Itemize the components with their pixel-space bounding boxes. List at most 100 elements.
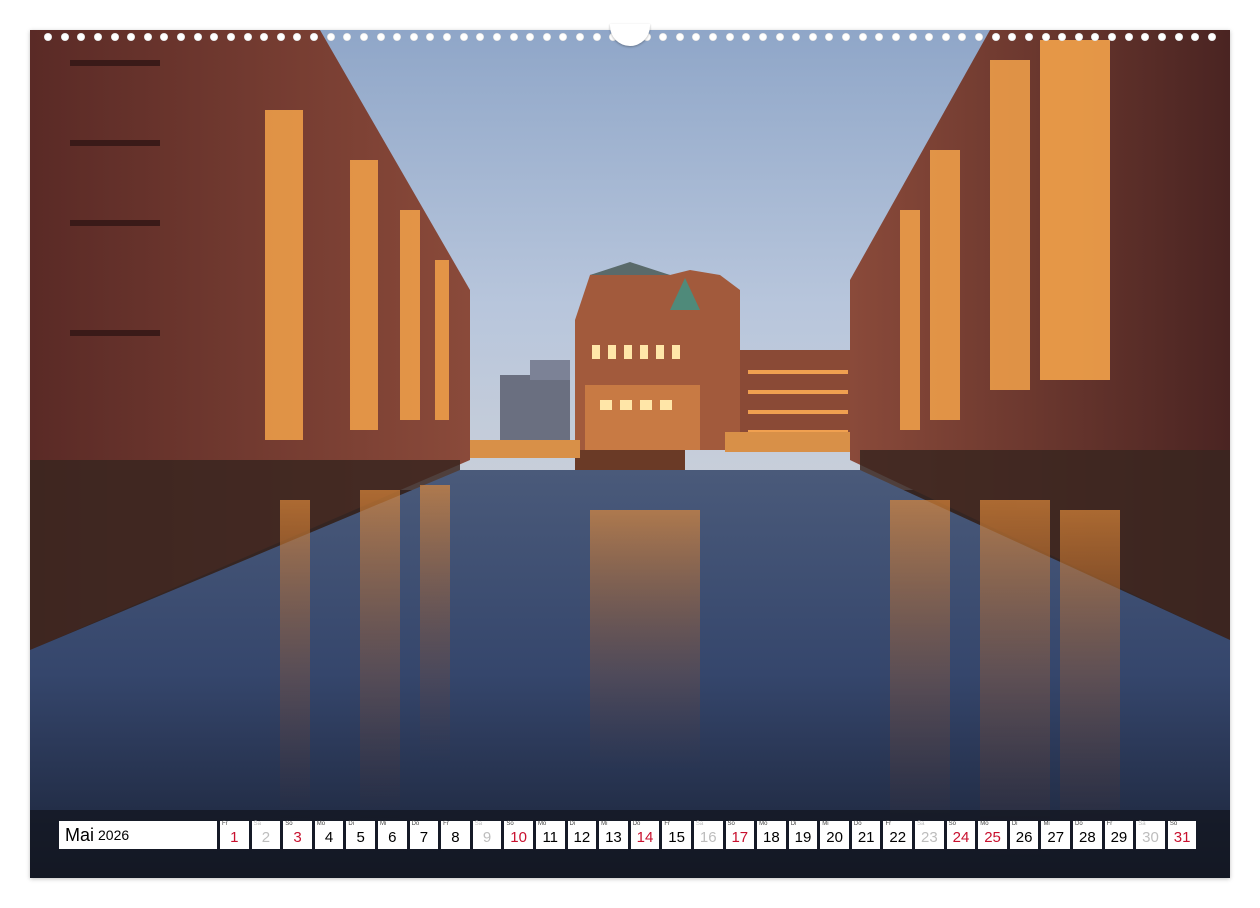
binding-hole — [808, 33, 817, 41]
day-cell: Mo 18 — [757, 821, 786, 849]
day-number: 3 — [293, 829, 302, 846]
weekday-label: Di — [569, 821, 576, 827]
day-number: 28 — [1078, 829, 1096, 846]
weekday-label: Do — [411, 821, 420, 827]
day-cell: Di 26 — [1009, 821, 1039, 849]
binding-hole — [742, 33, 751, 41]
binding-hole — [842, 33, 850, 41]
weekday-label: Mo — [316, 821, 326, 827]
day-cell: Fr 15 — [662, 821, 691, 849]
binding-hole — [243, 33, 252, 41]
day-cell: Fr 8 — [441, 821, 470, 849]
binding-hole — [459, 33, 468, 41]
binding-hole — [958, 33, 967, 41]
binding-hole — [592, 33, 601, 41]
day-cell: Sa 23 — [915, 821, 944, 849]
day-number: 8 — [451, 829, 460, 846]
day-number: 25 — [984, 829, 1001, 846]
binding-hole — [60, 33, 69, 41]
binding-hole — [492, 33, 501, 41]
weekday-label: Sa — [253, 821, 261, 827]
day-number: 22 — [889, 829, 907, 846]
day-number: 7 — [419, 829, 429, 846]
binding-hole — [875, 33, 884, 41]
binding-hole — [177, 33, 185, 41]
binding-hole — [476, 33, 485, 41]
weekday-label: Di — [348, 821, 355, 827]
binding-hole — [426, 33, 435, 41]
binding-hole — [1157, 33, 1166, 41]
weekday-label: Mi — [1043, 821, 1050, 827]
day-number: 16 — [699, 829, 717, 846]
binding-hole — [509, 33, 518, 41]
binding-hole — [925, 33, 934, 41]
weekday-label: Fr — [443, 821, 449, 827]
day-cell: So 3 — [283, 821, 312, 849]
binding-hole — [160, 33, 169, 41]
day-number: 10 — [510, 829, 527, 846]
month-year: 2026 — [98, 827, 130, 843]
binding-hole — [310, 33, 318, 41]
binding-hole — [858, 33, 867, 41]
weekday-label: Fr — [222, 821, 228, 827]
weekday-label: Mo — [759, 821, 768, 827]
day-number: 19 — [794, 829, 812, 846]
binding-hole — [77, 33, 86, 41]
day-number: 27 — [1047, 829, 1065, 846]
day-cell: Mo 4 — [314, 821, 344, 849]
binding-hole — [542, 33, 551, 41]
binding-hole — [1008, 33, 1017, 41]
binding-hole — [891, 33, 900, 41]
day-number: 31 — [1173, 829, 1191, 846]
day-cell: Sa 9 — [472, 821, 502, 849]
binding-hole — [692, 33, 701, 41]
day-cell: Sa 30 — [1136, 821, 1165, 849]
weekday-label: Sa — [917, 821, 925, 827]
day-number: 13 — [605, 829, 622, 846]
day-cell: Sa 2 — [251, 821, 281, 849]
weekday-label: So — [285, 821, 293, 827]
day-cell: Mo 11 — [535, 821, 565, 849]
binding-hole — [93, 33, 102, 41]
binding-hole — [293, 33, 302, 41]
weekday-label: Di — [790, 821, 797, 827]
day-cell: Di 5 — [346, 821, 375, 849]
binding-hole — [1141, 33, 1150, 41]
binding-hole — [193, 33, 202, 41]
weekday-label: Mi — [601, 821, 608, 827]
binding-hole — [991, 33, 1000, 41]
day-cell: Do 14 — [630, 821, 660, 849]
weekday-label: Mo — [980, 821, 989, 827]
day-number: 18 — [763, 829, 780, 846]
day-cell: Fr 1 — [220, 821, 249, 849]
binding-hole — [559, 33, 568, 41]
binding-hole — [941, 33, 950, 41]
day-cell: Do 7 — [409, 821, 439, 849]
binding-hole — [576, 33, 584, 41]
day-cell: Mo 25 — [978, 821, 1007, 849]
binding-hole — [1074, 33, 1083, 41]
binding-hole — [709, 33, 717, 41]
day-number: 26 — [1015, 829, 1033, 846]
day-number: 6 — [388, 829, 397, 846]
binding-hole — [725, 33, 734, 41]
binding-hole — [393, 33, 402, 41]
day-cell: Fr 29 — [1104, 821, 1134, 849]
day-number: 20 — [826, 829, 843, 846]
day-cell: Do 28 — [1073, 821, 1102, 849]
day-number: 23 — [921, 829, 938, 846]
weekday-label: Fr — [664, 821, 670, 827]
day-cell: Do 21 — [851, 821, 881, 849]
binding-hole — [675, 33, 684, 41]
day-cell: So 10 — [504, 821, 533, 849]
month-name: Mai — [65, 824, 95, 845]
weekday-label: Mi — [822, 821, 829, 827]
weekday-label: So — [727, 821, 735, 827]
day-number: 21 — [857, 829, 875, 846]
day-number: 15 — [668, 829, 685, 846]
weekday-label: Sa — [1138, 821, 1146, 827]
day-number: 4 — [324, 829, 334, 846]
day-cell: So 17 — [725, 821, 755, 849]
weekday-label: Fr — [885, 821, 892, 827]
binding-hole — [1108, 33, 1116, 41]
